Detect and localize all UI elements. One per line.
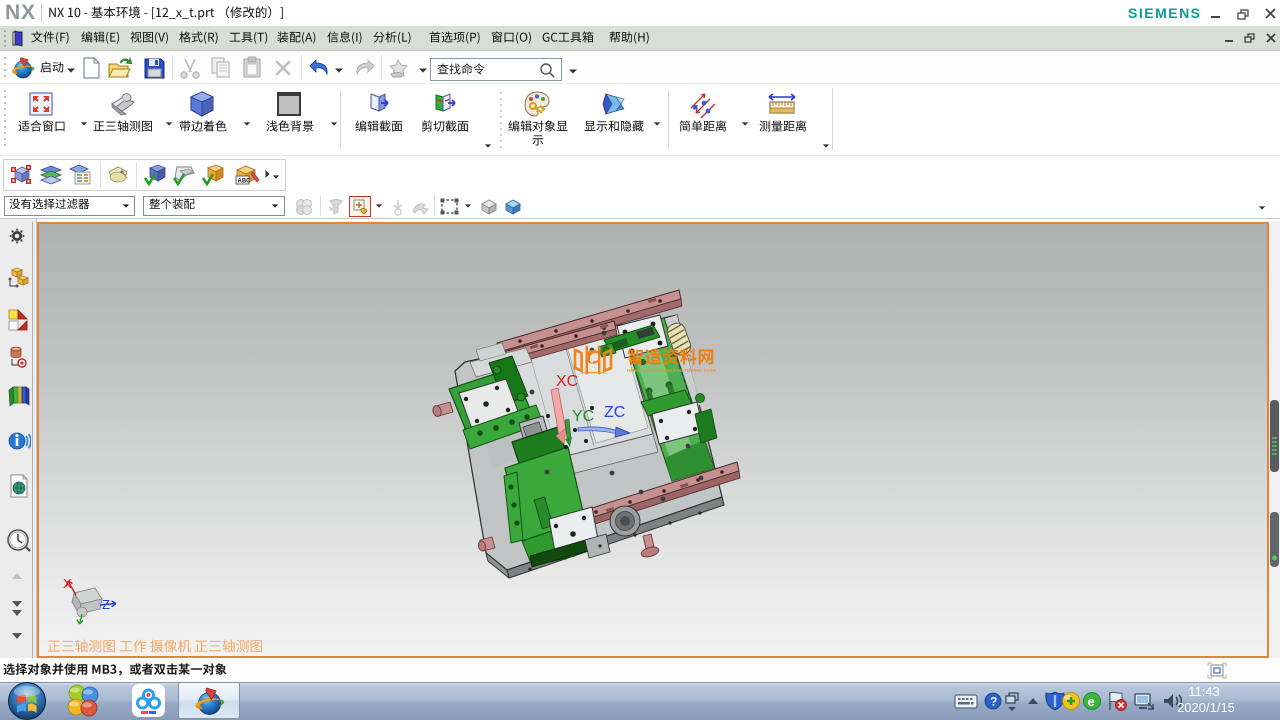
svg-text:e: e xyxy=(1088,694,1095,709)
svg-text:?: ? xyxy=(990,695,997,709)
svg-text:ABC: ABC xyxy=(238,179,252,185)
svg-text:ZC: ZC xyxy=(604,404,625,421)
svg-text:YC: YC xyxy=(572,408,594,425)
